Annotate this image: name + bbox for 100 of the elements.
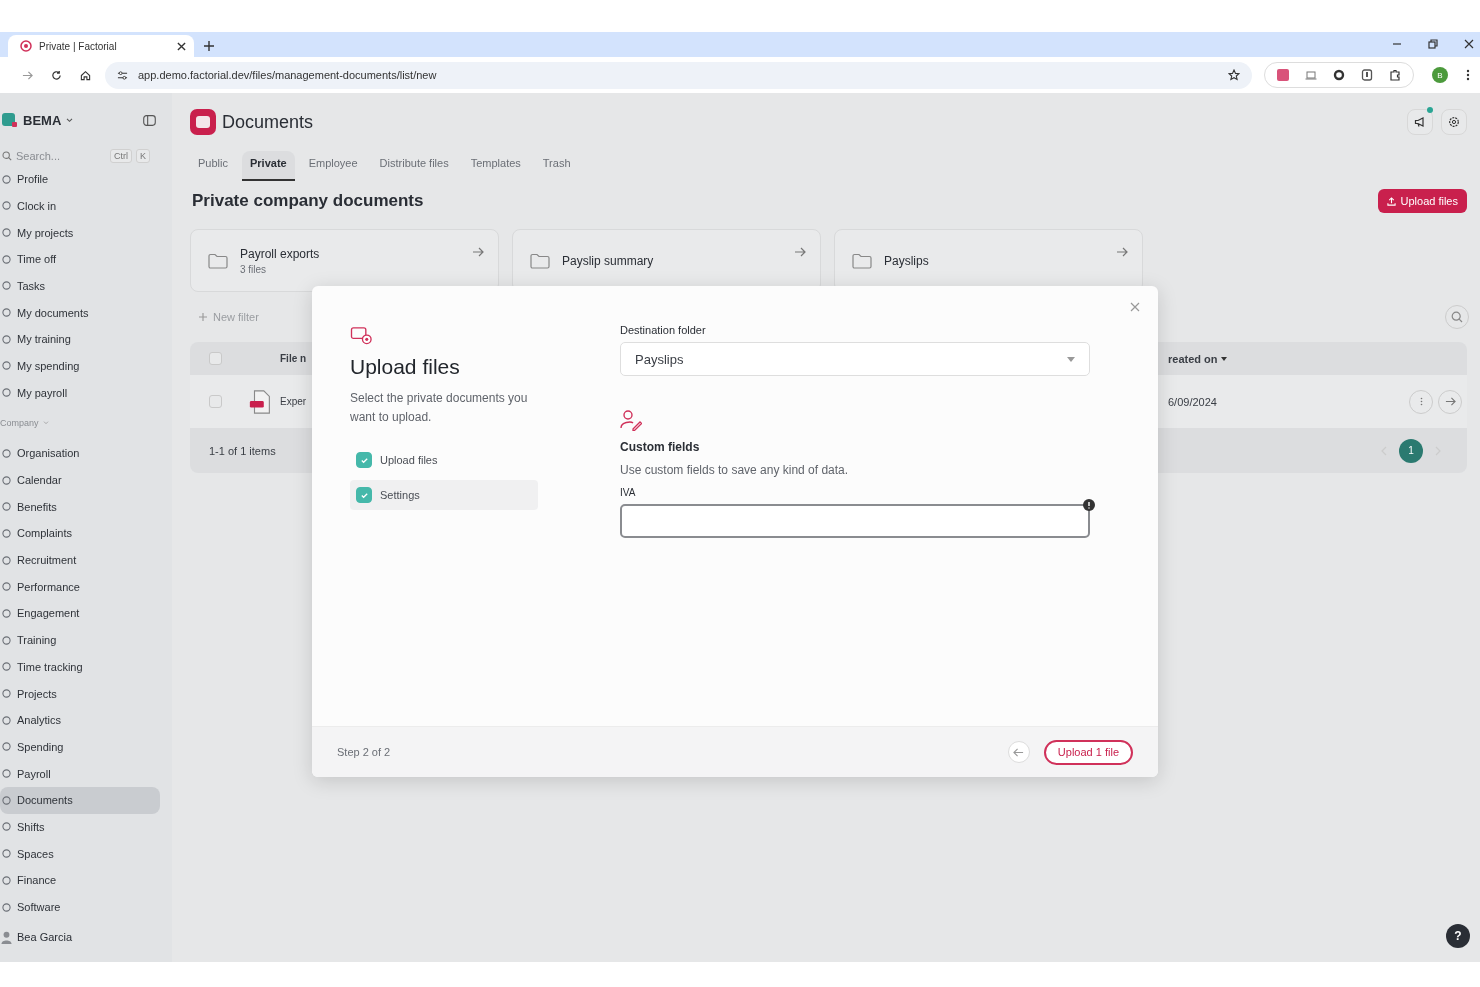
- circle-icon: [2, 822, 11, 832]
- company-name[interactable]: BEMA: [23, 112, 62, 128]
- search-field[interactable]: Search...: [16, 150, 106, 163]
- upload-files-button[interactable]: Upload files: [1377, 189, 1467, 213]
- sort-icon[interactable]: [1221, 356, 1227, 361]
- sidebar-item[interactable]: Engagement: [0, 600, 160, 627]
- forward-icon[interactable]: [22, 69, 33, 81]
- sidebar-item[interactable]: Projects: [0, 680, 160, 707]
- circle-icon: [2, 228, 11, 238]
- tab[interactable]: Employee: [300, 151, 366, 181]
- tab[interactable]: Trash: [534, 151, 579, 181]
- step-item[interactable]: Settings: [350, 480, 538, 510]
- sidebar-item[interactable]: Recruitment: [0, 546, 160, 574]
- upload-file-icon: [350, 326, 374, 347]
- circle-icon: [2, 361, 11, 371]
- browser-tab[interactable]: Private | Factorial: [8, 35, 194, 57]
- shortcut-key: Ctrl: [110, 149, 132, 164]
- tab[interactable]: Private: [241, 151, 295, 181]
- sidebar-item[interactable]: Shifts: [0, 813, 160, 841]
- sidebar-item[interactable]: Performance: [0, 573, 160, 601]
- step-item[interactable]: Upload files: [350, 445, 538, 475]
- more-icon[interactable]: [1466, 69, 1470, 81]
- section-title: Custom fields: [620, 440, 700, 454]
- tab[interactable]: Distribute files: [371, 151, 457, 181]
- star-icon[interactable]: [1228, 69, 1240, 81]
- sidebar-item[interactable]: Time tracking: [0, 653, 160, 681]
- close-icon[interactable]: [1464, 39, 1474, 49]
- help-button[interactable]: ?: [1446, 924, 1470, 948]
- checkbox[interactable]: [209, 352, 222, 365]
- arrow-left-icon: [1013, 746, 1025, 758]
- sidebar-item[interactable]: My spending: [0, 352, 160, 380]
- laptop-icon[interactable]: [1305, 69, 1317, 81]
- folder-select[interactable]: Payslips: [620, 342, 1090, 376]
- sidebar-item[interactable]: Spending: [0, 733, 160, 761]
- sidebar-item[interactable]: My training: [0, 325, 160, 353]
- sidebar-item[interactable]: Time off: [0, 245, 160, 273]
- home-icon[interactable]: [80, 69, 91, 81]
- sidebar-item[interactable]: Payroll: [0, 760, 160, 787]
- reload-icon[interactable]: [51, 69, 62, 81]
- sidebar-item[interactable]: My payroll: [0, 379, 160, 406]
- sidebar-item[interactable]: My projects: [0, 219, 160, 246]
- circle-icon: [2, 388, 11, 398]
- sidebar-item[interactable]: Benefits: [0, 493, 160, 521]
- profile-avatar[interactable]: B: [1432, 67, 1448, 83]
- sidebar-item[interactable]: My documents: [0, 299, 160, 326]
- back-button[interactable]: [1007, 741, 1030, 763]
- settings-icon: [1448, 116, 1460, 128]
- arrow-right-icon: [1444, 396, 1456, 407]
- sidebar-item[interactable]: Spaces: [0, 840, 160, 867]
- tab[interactable]: Templates: [462, 151, 529, 181]
- arrow-right-icon[interactable]: [794, 246, 806, 258]
- sidebar-item[interactable]: Software: [0, 893, 160, 921]
- arrow-right-icon[interactable]: [472, 246, 484, 258]
- sidebar-item[interactable]: Calendar: [0, 466, 160, 494]
- circle-icon: [2, 308, 11, 318]
- folder-icon: [208, 252, 228, 269]
- sidebar-item[interactable]: Organisation: [0, 440, 160, 467]
- chevron-down-icon[interactable]: [66, 117, 74, 123]
- search-icon: [1451, 311, 1463, 323]
- circle-icon: [2, 609, 11, 618]
- sidebar-item[interactable]: Analytics: [0, 706, 160, 734]
- sidebar-item[interactable]: Training: [0, 626, 160, 654]
- page-button[interactable]: 1: [1399, 438, 1423, 463]
- checkbox[interactable]: [209, 395, 222, 408]
- caret-icon: [1067, 356, 1075, 362]
- settings-button[interactable]: [1441, 109, 1467, 135]
- user-avatar: [1, 930, 12, 944]
- extension-icon[interactable]: [1277, 69, 1289, 81]
- file-name[interactable]: Exper: [280, 396, 312, 407]
- step-label: Settings: [380, 489, 420, 501]
- restore-icon[interactable]: [1428, 39, 1438, 49]
- tab-title: Private | Factorial: [39, 40, 118, 52]
- column-header[interactable]: File n: [280, 353, 312, 364]
- sidebar-item[interactable]: Complaints: [0, 520, 160, 547]
- input-field[interactable]: [620, 504, 1090, 538]
- upload-button[interactable]: Upload 1 file: [1043, 739, 1133, 765]
- sidebar-item[interactable]: Documents: [0, 786, 160, 814]
- column-header[interactable]: reated on: [1168, 352, 1221, 365]
- field-label: Destination folder: [620, 324, 706, 336]
- sidebar-item[interactable]: Tasks: [0, 272, 160, 300]
- tab[interactable]: Public: [190, 151, 236, 181]
- user-name[interactable]: Bea Garcia: [17, 931, 73, 944]
- site-settings-icon[interactable]: [117, 69, 128, 81]
- section-description: Use custom fields to save any kind of data.: [620, 463, 849, 477]
- step-label: Upload files: [380, 454, 438, 466]
- puzzle-icon[interactable]: [1389, 69, 1401, 81]
- close-icon[interactable]: [177, 41, 186, 51]
- folder-card[interactable]: Payroll exports 3 files: [190, 229, 499, 292]
- announcements-button[interactable]: [1407, 109, 1433, 135]
- circle-icon: [2, 448, 11, 458]
- info-icon: [1083, 499, 1095, 511]
- arrow-right-icon[interactable]: [1116, 246, 1128, 258]
- folder-name: Payroll exports: [240, 246, 320, 261]
- sidebar-item[interactable]: Finance: [0, 867, 160, 894]
- dialog-title: Upload files: [350, 355, 460, 379]
- sidebar-item[interactable]: Clock in: [0, 192, 160, 220]
- page-title: Documents: [222, 111, 314, 133]
- new-tab-icon[interactable]: [204, 41, 214, 51]
- sidebar-toggle-icon[interactable]: [143, 114, 156, 126]
- sidebar-item[interactable]: Profile: [0, 165, 160, 193]
